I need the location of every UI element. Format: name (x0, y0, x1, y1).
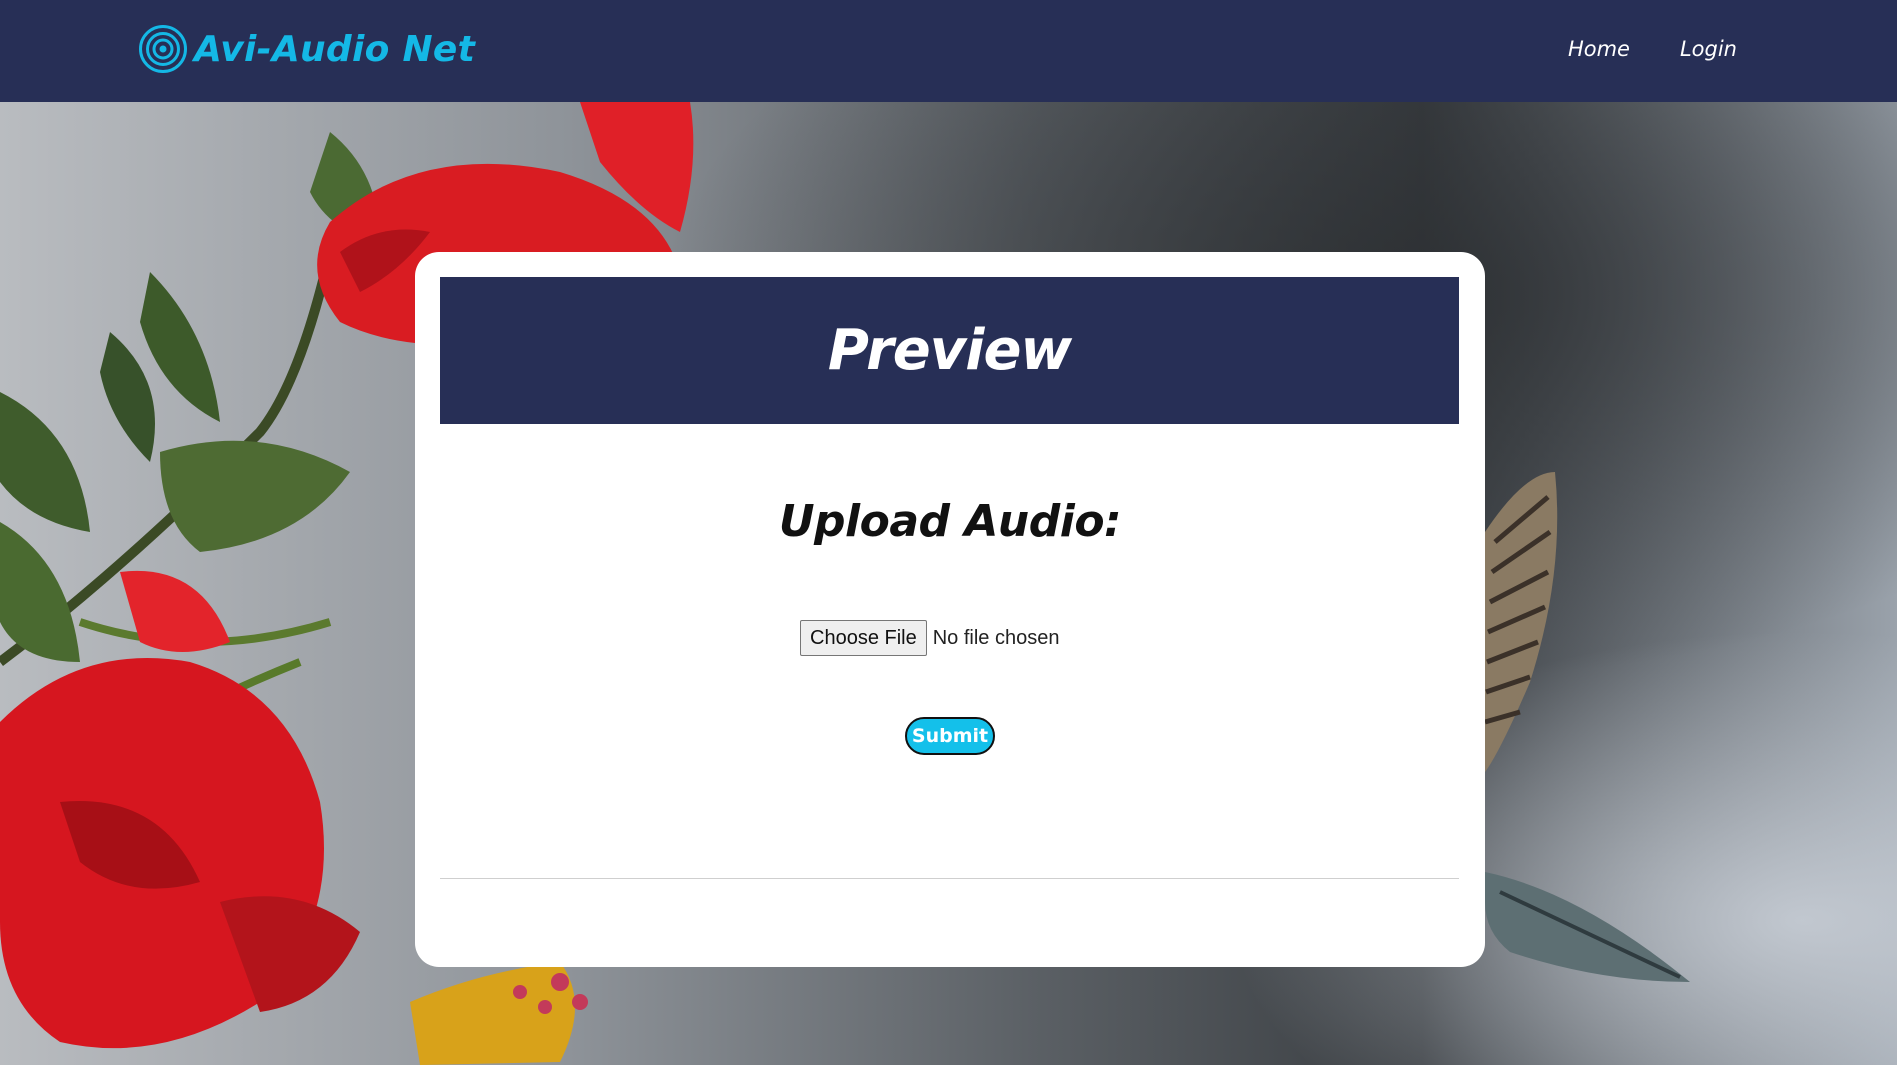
brand-logo-link[interactable]: Avi-Audio Net (138, 24, 475, 74)
concentric-circles-icon (139, 25, 187, 73)
divider (440, 878, 1459, 879)
upload-heading: Upload Audio: (778, 496, 1122, 547)
nav-links: Home Login (1568, 37, 1737, 61)
file-status-text: No file chosen (932, 626, 1060, 649)
card-title: Preview (827, 318, 1072, 383)
nav-login-link[interactable]: Login (1680, 37, 1737, 61)
top-navbar: Avi-Audio Net Home Login (0, 0, 1897, 102)
nav-home-link[interactable]: Home (1568, 37, 1630, 61)
file-input[interactable]: Choose File No file chosen (800, 620, 1059, 656)
upload-card: Preview Upload Audio: Choose File No fil… (415, 252, 1485, 967)
choose-file-button[interactable]: Choose File (800, 620, 927, 656)
submit-button[interactable]: Submit (905, 717, 995, 755)
brand-name: Avi-Audio Net (194, 28, 476, 70)
card-header: Preview (440, 277, 1459, 424)
